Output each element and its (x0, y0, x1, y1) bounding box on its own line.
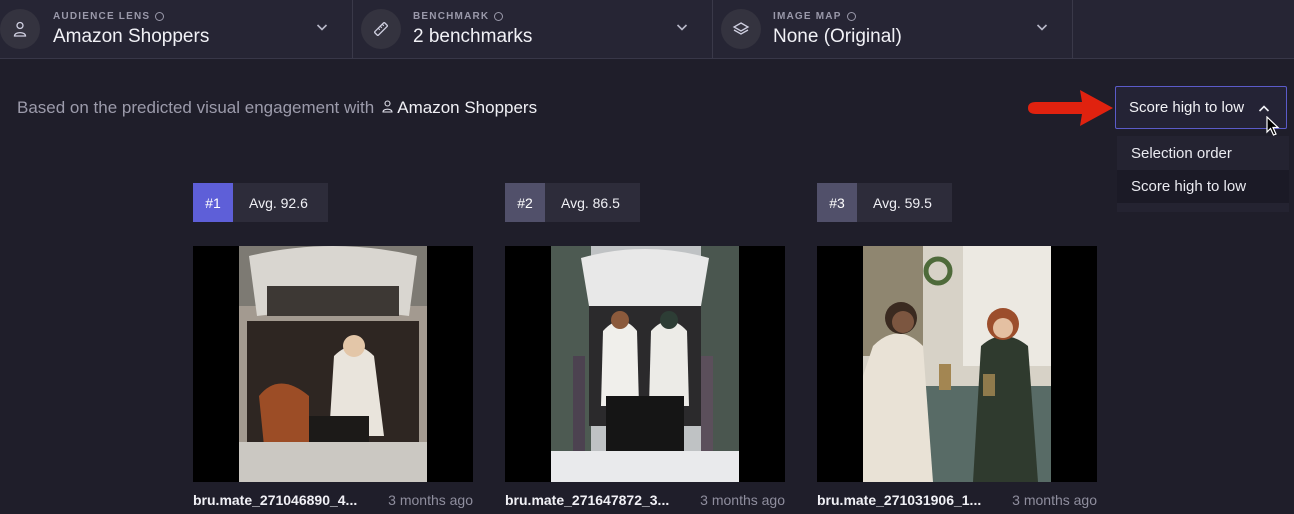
file-name[interactable]: bru.mate_271647872_3... (505, 492, 669, 508)
sort-menu: Selection order Score high to low (1117, 136, 1289, 212)
image-meta: bru.mate_271031906_1... 3 months ago (817, 492, 1097, 508)
upload-age: 3 months ago (700, 492, 785, 508)
ruler-icon (361, 9, 401, 49)
sort-option-score-high-to-low[interactable]: Score high to low (1117, 170, 1289, 203)
filter-label: BENCHMARK (413, 11, 504, 22)
benchmark-filter[interactable]: BENCHMARK 2 benchmarks (353, 0, 713, 58)
sort-dropdown[interactable]: Score high to low (1115, 86, 1287, 129)
image-card: #2 Avg. 86.5 bru.mate_271647872_3... 3 m… (505, 183, 785, 508)
upload-age: 3 months ago (1012, 492, 1097, 508)
info-icon (494, 12, 504, 21)
image-card: #1 Avg. 92.6 bru.mate_271046890_4... 3 m… (193, 183, 473, 508)
sort-selected-label: Score high to low (1129, 99, 1245, 116)
score-badge: #1 Avg. 92.6 (193, 183, 473, 222)
sort-option-selection-order[interactable]: Selection order (1117, 137, 1289, 170)
mouse-cursor-icon (1266, 116, 1280, 136)
image-map-filter[interactable]: IMAGE MAP None (Original) (713, 0, 1073, 58)
photo-image (551, 246, 739, 482)
audience-name: Amazon Shoppers (397, 98, 538, 117)
subtitle-text: Based on the predicted visual engagement… (17, 98, 375, 117)
filter-bar: AUDIENCE LENS Amazon Shoppers BENCHMARK … (0, 0, 1294, 59)
avg-score: Avg. 86.5 (545, 183, 640, 222)
image-meta: bru.mate_271647872_3... 3 months ago (505, 492, 785, 508)
chevron-down-icon[interactable] (316, 20, 328, 38)
filter-label: AUDIENCE LENS (53, 11, 165, 22)
rank-label: #2 (505, 183, 545, 222)
file-name[interactable]: bru.mate_271031906_1... (817, 492, 981, 508)
score-badge: #3 Avg. 59.5 (817, 183, 1097, 222)
avg-score: Avg. 92.6 (233, 183, 328, 222)
filter-value: Amazon Shoppers (53, 26, 210, 47)
photo-image (239, 246, 427, 482)
filter-label: IMAGE MAP (773, 11, 856, 22)
image-meta: bru.mate_271046890_4... 3 months ago (193, 492, 473, 508)
rank-label: #3 (817, 183, 857, 222)
photo-image (863, 246, 1051, 482)
person-icon (382, 98, 393, 118)
image-thumbnail[interactable] (505, 246, 785, 482)
upload-age: 3 months ago (388, 492, 473, 508)
filter-value: 2 benchmarks (413, 26, 533, 47)
chevron-down-icon[interactable] (676, 20, 688, 38)
layers-icon (721, 9, 761, 49)
image-card: #3 Avg. 59.5 bru.mate_271031906_1... 3 m… (817, 183, 1097, 508)
image-thumbnail[interactable] (193, 246, 473, 482)
audience-lens-filter[interactable]: AUDIENCE LENS Amazon Shoppers (0, 0, 353, 58)
annotation-arrow-icon (1028, 90, 1113, 126)
info-icon (155, 12, 165, 21)
avg-score: Avg. 59.5 (857, 183, 952, 222)
audience-tag: Amazon Shoppers (382, 98, 537, 118)
person-icon (0, 9, 40, 49)
engagement-subtitle: Based on the predicted visual engagement… (17, 98, 537, 118)
rank-label: #1 (193, 183, 233, 222)
score-badge: #2 Avg. 86.5 (505, 183, 785, 222)
info-icon (846, 12, 856, 21)
image-thumbnail[interactable] (817, 246, 1097, 482)
file-name[interactable]: bru.mate_271046890_4... (193, 492, 357, 508)
filter-value: None (Original) (773, 26, 902, 47)
chevron-down-icon[interactable] (1036, 20, 1048, 38)
